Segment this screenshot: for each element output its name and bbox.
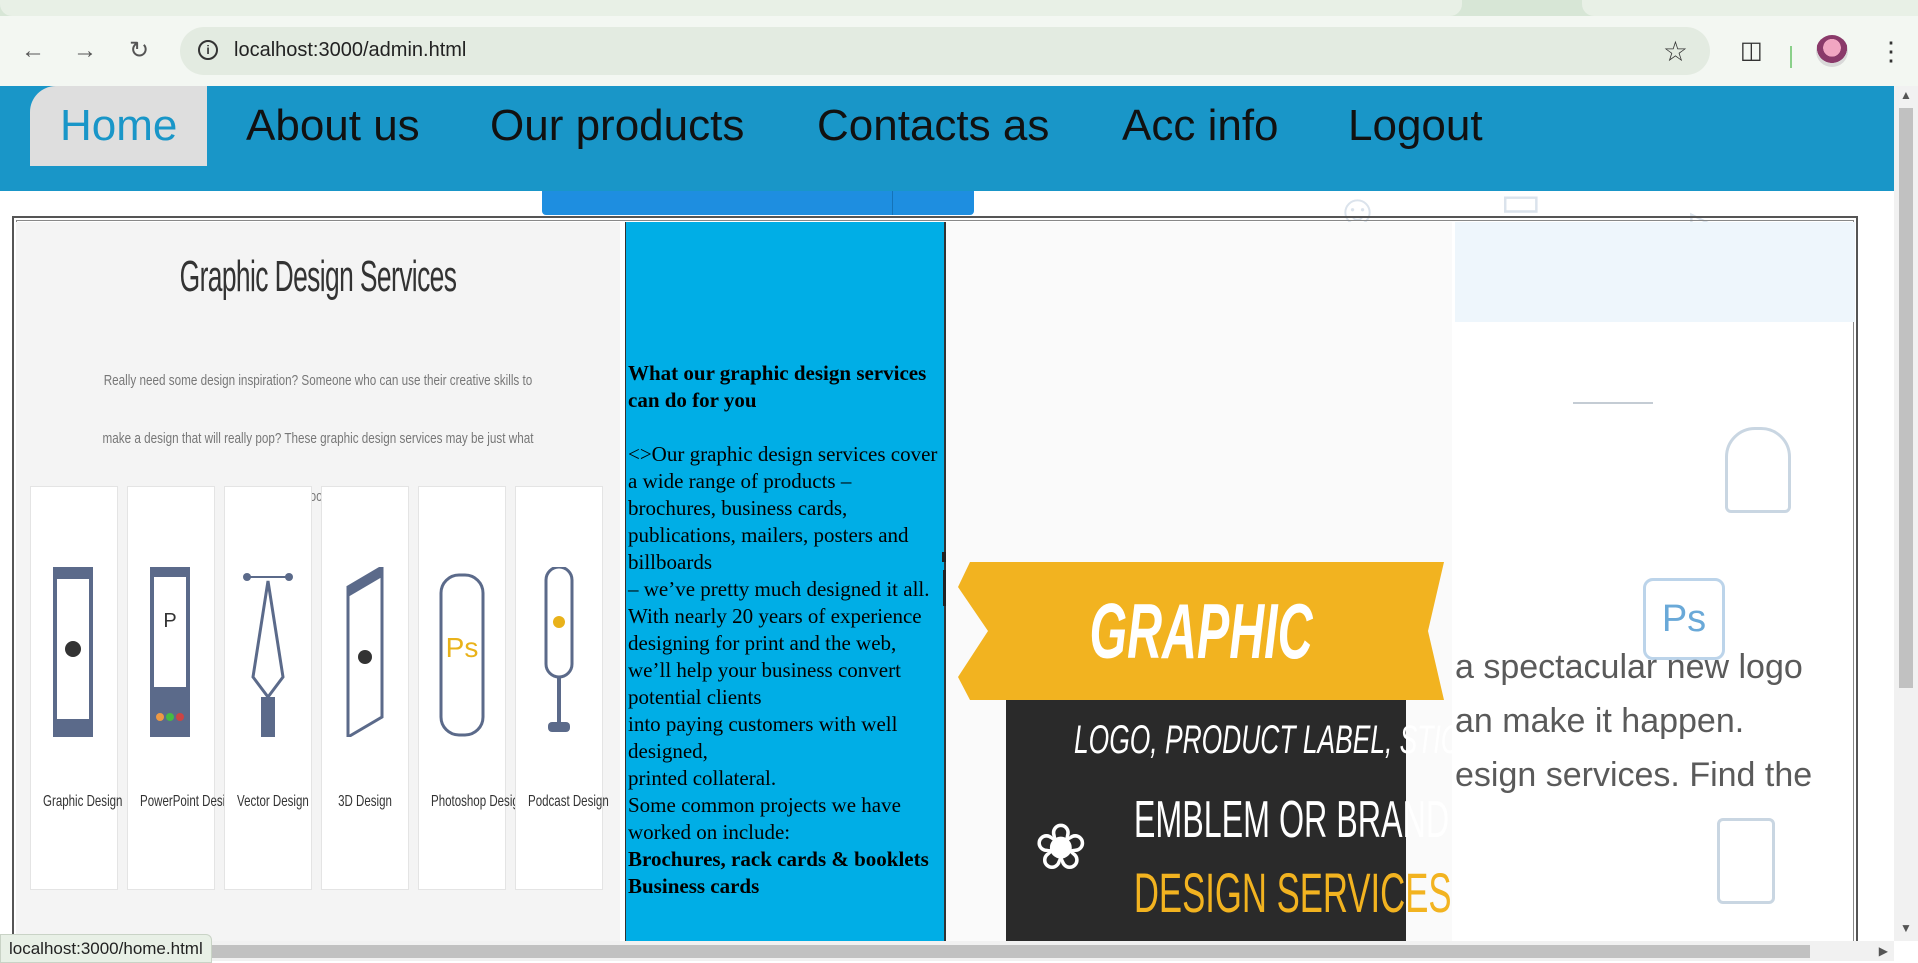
main-navigation: Home About us Our products Contacts as A… — [0, 86, 1894, 191]
info-text: What our graphic design services can do … — [628, 360, 944, 900]
nav-acc-info[interactable]: Acc info — [1092, 86, 1309, 166]
pen-tool-icon — [243, 573, 293, 737]
promo-line-3: DESIGN SERVICES — [1133, 861, 1452, 924]
card-label: Podcast Design — [528, 793, 609, 810]
scrollbar-thumb[interactable] — [204, 945, 1810, 958]
services-panel: Graphic Design Services Really need some… — [16, 222, 620, 942]
info-paragraph: printed collateral. — [628, 766, 777, 790]
arrow-right-icon[interactable]: → — [72, 38, 98, 64]
gamepad-icon — [1717, 818, 1775, 904]
hidden-button-bar[interactable] — [542, 191, 974, 215]
hero-line: esign services. Find the — [1455, 756, 1813, 794]
arrow-left-icon[interactable]: ← — [20, 38, 46, 64]
banner-wrap: GRAPHIC DESIGN — [958, 562, 1444, 813]
promo-image: GRAPHIC DESIGN LOGO, PRODUCT LABEL, STIC… — [946, 222, 1452, 942]
kebab-menu-icon[interactable]: ⋮ — [1878, 38, 1904, 64]
horizontal-scrollbar[interactable]: ▶ — [0, 941, 1894, 961]
banner-text: GRAPHIC DESIGN — [1089, 587, 1313, 813]
avatar[interactable] — [1816, 35, 1848, 67]
card-vector-design[interactable]: Vector Design — [224, 486, 312, 890]
powerpoint-icon: P — [150, 567, 190, 737]
svg-text:Ps: Ps — [446, 632, 479, 663]
graphic-design-icon — [53, 567, 93, 737]
cube-icon — [346, 567, 384, 737]
card-label: 3D Design — [338, 793, 392, 810]
tab-strip — [0, 0, 1918, 16]
status-bar: localhost:3000/home.html — [0, 934, 212, 963]
hero-line: a spectacular new logo — [1455, 648, 1803, 686]
scroll-down-icon[interactable]: ▼ — [1900, 921, 1912, 935]
card-label: Vector Design — [237, 793, 309, 810]
promo-dark-box: LOGO, PRODUCT LABEL, STICKER ❀ EMBLEM OR… — [1006, 700, 1452, 942]
star-icon[interactable]: ☆ — [1663, 35, 1688, 68]
info-paragraph: we’ll help your business convert potenti… — [628, 658, 901, 709]
card-photoshop-design[interactable]: Ps Photoshop Design — [418, 486, 526, 890]
services-title: Graphic Design Services — [179, 252, 457, 301]
promo-line-1: LOGO, PRODUCT LABEL, STICKER — [1074, 718, 1452, 762]
info-paragraph: into paying customers with well designed… — [628, 712, 898, 763]
card-powerpoint-design[interactable]: P PowerPoint Design — [127, 486, 239, 890]
card-graphic-design[interactable]: Graphic Design — [30, 486, 123, 890]
browser-toolbar: ← → ↻ i localhost:3000/admin.html ☆ ◫ ⋮ — [0, 16, 1918, 86]
scroll-right-icon[interactable]: ▶ — [1879, 944, 1888, 958]
paw-icon: ❀ — [1034, 811, 1088, 883]
scrollbar-thumb[interactable] — [1899, 108, 1913, 688]
card-podcast-design[interactable]: Podcast Design — [515, 486, 609, 890]
tab-strip-right — [1582, 0, 1918, 16]
puzzle-icon[interactable]: ◫ — [1740, 39, 1764, 63]
nav-home[interactable]: Home — [30, 86, 208, 166]
vertical-scrollbar[interactable]: ▲ ▼ — [1894, 86, 1918, 941]
hero-text: a spectacular new logo an make it happen… — [1455, 640, 1855, 802]
card-label: PowerPoint Design — [140, 793, 239, 810]
info-paragraph: Some common projects we have worked on i… — [628, 793, 901, 844]
info-list-heading: Brochures, rack cards & booklets Busines… — [628, 847, 929, 898]
info-icon[interactable]: i — [198, 40, 218, 60]
nav-about-us[interactable]: About us — [216, 86, 450, 166]
divider-line — [1573, 402, 1653, 404]
info-paragraph: <>Our graphic design services cover a wi… — [628, 442, 938, 493]
active-tab[interactable] — [0, 0, 1462, 16]
address-bar[interactable]: i localhost:3000/admin.html ☆ — [180, 27, 1710, 75]
microphone-icon — [544, 567, 574, 732]
background-hero: Ps a spectacular new logo an make it hap… — [1455, 222, 1855, 942]
reload-icon[interactable]: ↻ — [126, 38, 152, 64]
scroll-up-icon[interactable]: ▲ — [1900, 88, 1912, 102]
promo-line-2: EMBLEM OR BRANDING — [1133, 791, 1452, 849]
nav-logout[interactable]: Logout — [1318, 86, 1513, 166]
info-panel: What our graphic design services can do … — [625, 222, 946, 942]
info-heading: What our graphic design services can do … — [628, 361, 927, 412]
url-text[interactable]: localhost:3000/admin.html — [234, 39, 466, 62]
svg-text:P: P — [163, 610, 176, 632]
card-label: Photoshop Design — [431, 793, 526, 810]
info-paragraph: With nearly 20 years of experience desig… — [628, 604, 922, 655]
hero-line: an make it happen. — [1455, 702, 1745, 740]
card-3d-design[interactable]: 3D Design — [321, 486, 409, 890]
headphones-icon — [1725, 427, 1791, 513]
nav-contacts[interactable]: Contacts as — [787, 86, 1079, 166]
hero-band — [1455, 222, 1855, 322]
card-label: Graphic Design — [43, 793, 123, 810]
toolbar-divider — [1790, 46, 1792, 68]
nav-our-products[interactable]: Our products — [460, 86, 774, 166]
info-paragraph: – we’ve pretty much designed it all. — [628, 577, 930, 601]
photoshop-icon: Ps — [439, 573, 485, 737]
